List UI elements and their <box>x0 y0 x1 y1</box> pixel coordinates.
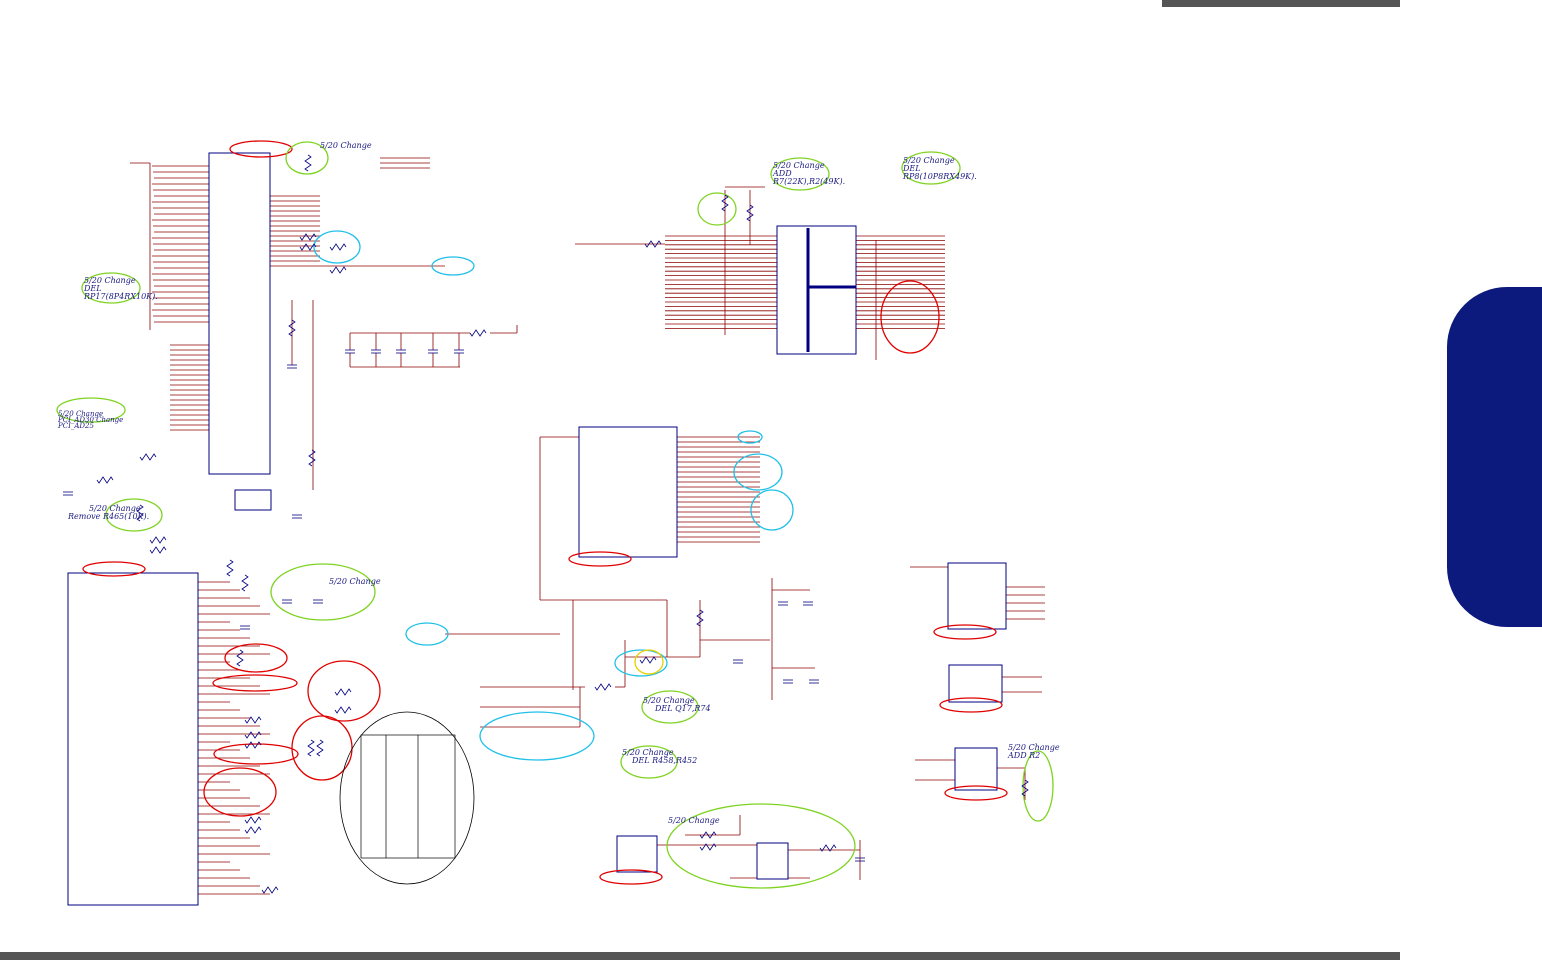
chip-u7 <box>954 747 998 791</box>
note-5: 5/20 Change PCI_AD30 Change PCI_AD25 <box>58 411 123 430</box>
green-mark-5 <box>270 563 376 621</box>
resistor-91 <box>469 329 487 337</box>
resistor-261 <box>96 476 114 484</box>
note-8: 5/20 Change DEL Q17,R74 <box>643 697 711 713</box>
note-5-line-3: PCI_AD25 <box>58 422 94 430</box>
note-4-line-3: RP17(8P4RX10K). <box>84 292 158 301</box>
red-mark-13 <box>939 697 1003 713</box>
note-11-line-2: ADD R2 <box>1008 751 1041 760</box>
green-mark-12 <box>1022 750 1054 822</box>
resistor-240 <box>299 233 317 241</box>
resistor-255 <box>244 816 262 824</box>
resistor-247 <box>149 546 167 554</box>
note-2-line-3: R7(22K),R2(49K). <box>773 177 846 186</box>
resistor-254 <box>334 706 352 714</box>
cyan-mark-8 <box>479 711 595 761</box>
component-boxes <box>67 152 1007 906</box>
resistor-274 <box>304 154 312 172</box>
chip-u2 <box>67 572 199 906</box>
note-6: 5/20 Change Remove R465(10K). <box>68 505 149 521</box>
pin-table <box>360 734 456 859</box>
resistor-248 <box>594 683 612 691</box>
red-mark-3 <box>224 643 288 673</box>
note-2: 5/20 Change ADD R7(22K),R2(49K). <box>773 162 845 186</box>
chip-u3 <box>776 225 857 355</box>
annotation-marks <box>56 140 1054 889</box>
resistor-256 <box>244 826 262 834</box>
note-10: 5/20 Change <box>668 816 720 825</box>
red-mark-10 <box>568 551 632 567</box>
note-9-line-2: DEL R458,R452 <box>632 756 698 765</box>
chip-u5 <box>947 562 1007 630</box>
chip-regulator <box>234 489 272 511</box>
cyan-mark-1 <box>313 230 361 264</box>
resistor-242 <box>329 243 347 251</box>
cyan-mark-5 <box>750 489 794 531</box>
note-6-line-2: Remove R465(10K). <box>68 512 150 521</box>
note-9: 5/20 Change DEL R458,R452 <box>622 749 697 765</box>
note-4: 5/20 Change DEL RP17(8P4RX10K). <box>84 277 158 301</box>
red-mark-1 <box>229 140 293 158</box>
red-mark-9 <box>880 280 940 354</box>
resistor-249 <box>639 656 657 664</box>
schematic-canvas <box>56 140 1054 906</box>
chip-u4 <box>578 426 678 558</box>
resistor-265 <box>226 559 234 577</box>
chip-u8 <box>616 835 658 873</box>
red-mark-8 <box>203 767 277 817</box>
resistor-246 <box>149 536 167 544</box>
resistor-269 <box>307 739 315 757</box>
resistor-257 <box>261 886 279 894</box>
wires <box>130 157 1045 895</box>
red-mark-12 <box>933 624 997 640</box>
note-3-line-3: RP8(10P8RX49K). <box>903 172 977 181</box>
resistor-266 <box>241 574 249 592</box>
cyan-mark-6 <box>405 622 449 646</box>
resistor-245 <box>139 453 157 461</box>
green-mark-8 <box>697 192 737 226</box>
note-11: 5/20 Change ADD R2 <box>1008 744 1060 760</box>
resistor-268 <box>316 739 324 757</box>
note-1: 5/20 Change <box>320 141 372 150</box>
chip-u9 <box>756 842 789 880</box>
note-7: 5/20 Change <box>329 577 381 586</box>
note-3: 5/20 Change DEL RP8(10P8RX49K). <box>903 157 977 181</box>
chip-u6 <box>948 664 1003 703</box>
red-mark-4 <box>212 674 298 692</box>
chip-u1 <box>208 152 271 475</box>
resistor-267 <box>236 649 244 667</box>
resistor-251 <box>244 731 262 739</box>
resistor-263 <box>308 449 316 467</box>
resistor-243 <box>329 266 347 274</box>
red-mark-14 <box>944 785 1008 801</box>
note-8-line-2: DEL Q17,R74 <box>655 704 711 713</box>
resistor-252 <box>244 741 262 749</box>
red-mark-2 <box>82 561 146 577</box>
resistor-253 <box>334 688 352 696</box>
